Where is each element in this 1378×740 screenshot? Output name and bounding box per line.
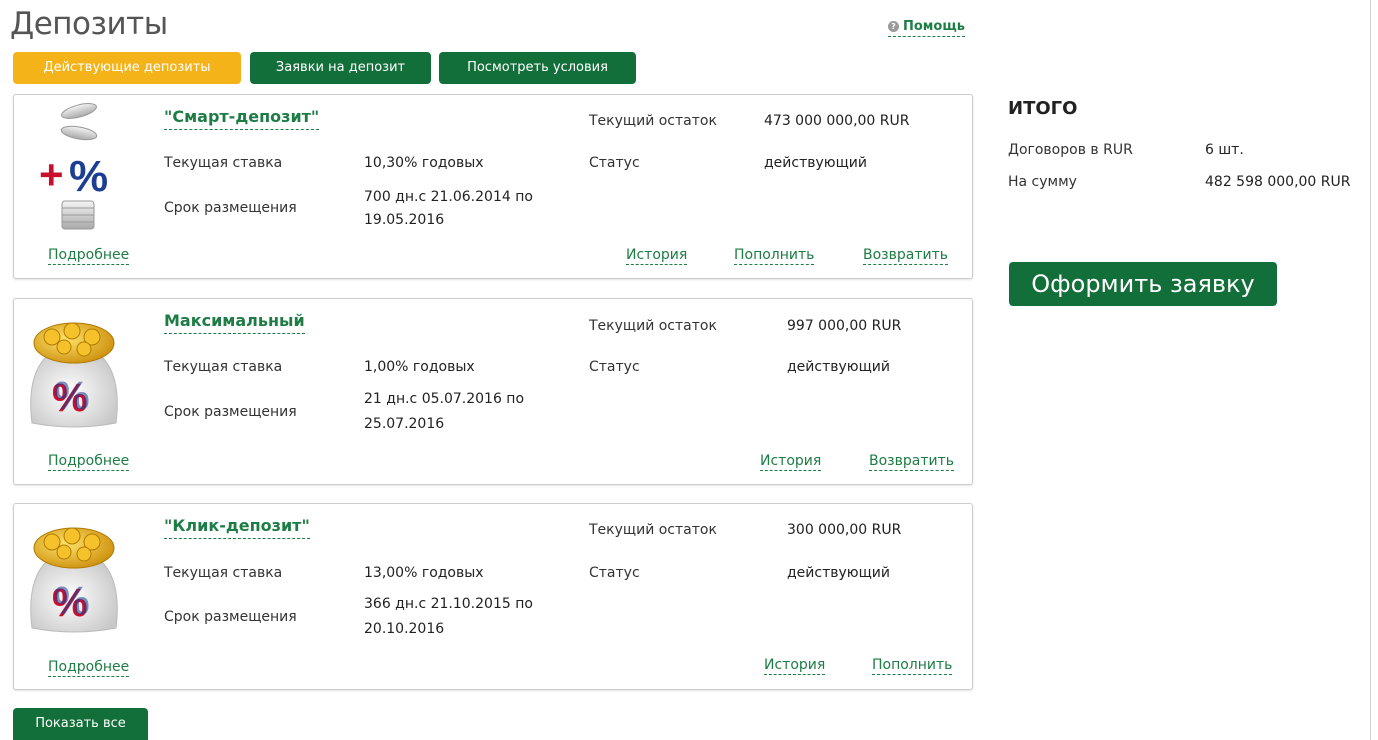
withdraw-link[interactable]: Возвратить xyxy=(863,246,948,265)
coins-percent-icon: + % xyxy=(24,101,124,231)
rate-value: 13,00% годовых xyxy=(364,565,484,581)
deposit-card: % % "Клик-депозит" Текущая ставка 13,00%… xyxy=(13,503,973,690)
deposit-card: % % Максимальный Текущая ставка 1,00% го… xyxy=(13,298,973,485)
balance-label: Текущий остаток xyxy=(589,113,717,129)
rate-value: 1,00% годовых xyxy=(364,359,475,375)
status-value: действующий xyxy=(787,359,890,375)
balance-value: 300 000,00 RUR xyxy=(787,522,902,538)
term-value-line1: 700 дн.с 21.06.2014 по xyxy=(364,189,533,205)
term-value-line2: 25.07.2016 xyxy=(364,416,445,432)
balance-value: 997 000,00 RUR xyxy=(787,318,902,334)
deposit-name[interactable]: "Клик-депозит" xyxy=(164,516,310,539)
status-value: действующий xyxy=(787,565,890,581)
contracts-value: 6 шт. xyxy=(1205,142,1244,158)
deposit-name[interactable]: "Смарт-депозит" xyxy=(164,107,320,130)
svg-text:%: % xyxy=(69,152,108,201)
term-value-line2: 19.05.2016 xyxy=(364,212,445,228)
balance-label: Текущий остаток xyxy=(589,522,717,538)
help-label: Помощь xyxy=(903,19,965,34)
svg-text:%: % xyxy=(54,579,90,623)
term-value-line1: 21 дн.с 05.07.2016 по xyxy=(364,391,525,407)
rate-label: Текущая ставка xyxy=(164,565,283,581)
history-link[interactable]: История xyxy=(760,452,822,471)
history-link[interactable]: История xyxy=(626,246,688,265)
term-label: Срок размещения xyxy=(164,200,297,216)
apply-button[interactable]: Оформить заявку xyxy=(1009,262,1277,306)
status-label: Статус xyxy=(589,565,640,581)
term-value-line1: 366 дн.с 21.10.2015 по xyxy=(364,596,533,612)
content-right-border xyxy=(1370,0,1371,740)
balance-value: 473 000 000,00 RUR xyxy=(764,113,910,129)
sum-value: 482 598 000,00 RUR xyxy=(1205,174,1351,190)
help-link[interactable]: ? Помощь xyxy=(888,19,965,37)
deposit-name[interactable]: Максимальный xyxy=(164,311,305,334)
tab-active-deposits[interactable]: Действующие депозиты xyxy=(13,52,241,84)
top-up-link[interactable]: Пополнить xyxy=(872,656,953,675)
money-bag-percent-icon: % % xyxy=(24,510,124,640)
tab-view-conditions[interactable]: Посмотреть условия xyxy=(439,52,636,84)
show-all-button[interactable]: Показать все xyxy=(13,708,148,740)
status-value: действующий xyxy=(764,155,867,171)
withdraw-link[interactable]: Возвратить xyxy=(869,452,954,471)
details-link[interactable]: Подробнее xyxy=(48,452,130,471)
deposit-card: + % "Смарт-депозит" Текущая ставка 10,30… xyxy=(13,94,973,279)
summary-title: ИТОГО xyxy=(1008,98,1078,119)
status-label: Статус xyxy=(589,155,640,171)
question-icon: ? xyxy=(888,21,899,32)
term-label: Срок размещения xyxy=(164,404,297,420)
balance-label: Текущий остаток xyxy=(589,318,717,334)
rate-label: Текущая ставка xyxy=(164,155,283,171)
status-label: Статус xyxy=(589,359,640,375)
money-bag-percent-icon: % % xyxy=(24,305,124,435)
history-link[interactable]: История xyxy=(764,656,826,675)
tab-deposit-requests[interactable]: Заявки на депозит xyxy=(250,52,431,84)
rate-label: Текущая ставка xyxy=(164,359,283,375)
page-title: Депозиты xyxy=(10,6,168,42)
rate-value: 10,30% годовых xyxy=(364,155,484,171)
details-link[interactable]: Подробнее xyxy=(48,246,130,265)
svg-text:+: + xyxy=(39,151,64,198)
svg-text:%: % xyxy=(54,374,90,418)
top-up-link[interactable]: Пополнить xyxy=(734,246,815,265)
term-label: Срок размещения xyxy=(164,609,297,625)
sum-label: На сумму xyxy=(1008,174,1077,190)
term-value-line2: 20.10.2016 xyxy=(364,621,445,637)
contracts-label: Договоров в RUR xyxy=(1008,142,1133,158)
details-link[interactable]: Подробнее xyxy=(48,658,130,677)
